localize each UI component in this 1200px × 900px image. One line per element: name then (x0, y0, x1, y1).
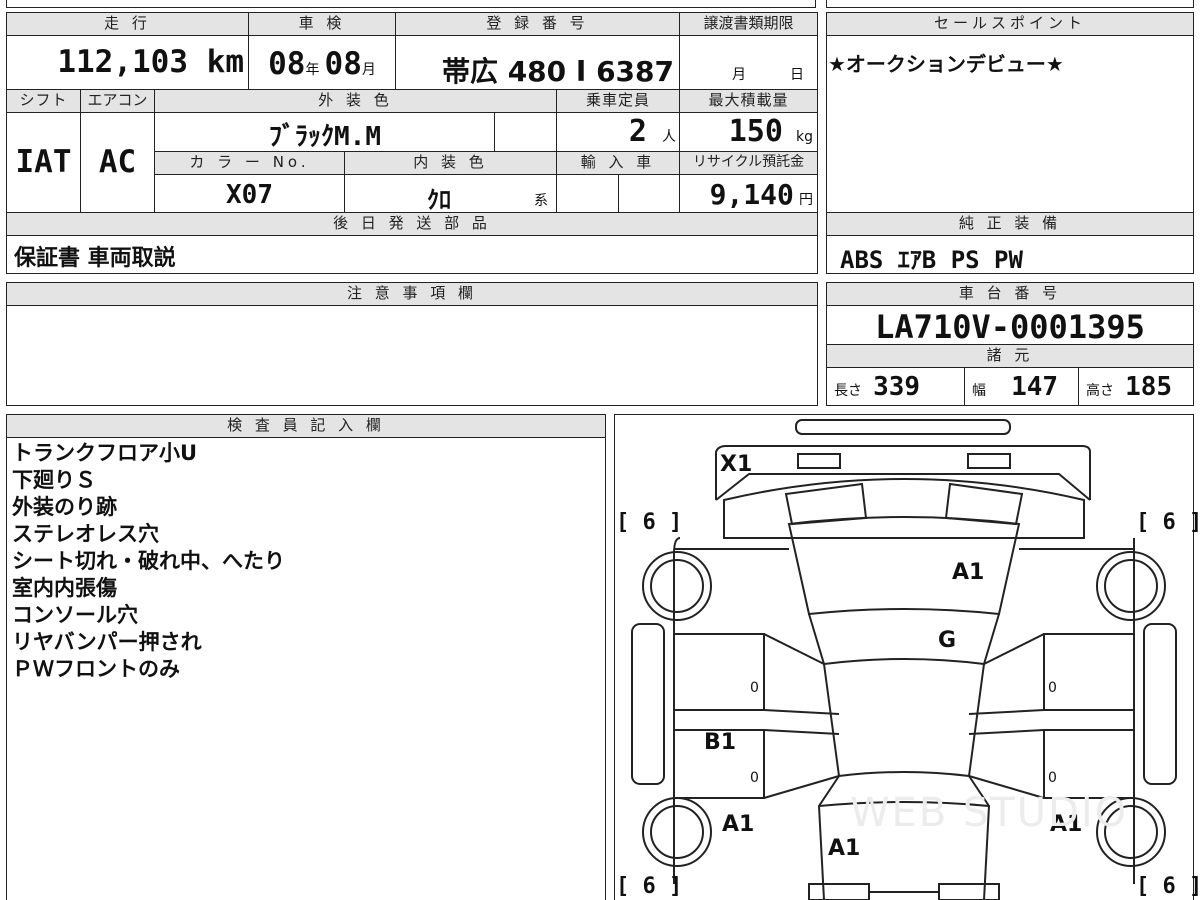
color-no-value: X07 (226, 180, 273, 210)
mileage-value: 112,103 km (57, 44, 244, 80)
damage-hood: A1 (828, 836, 861, 861)
width-value: 147 (1011, 372, 1059, 402)
deadline-day: 日 (790, 67, 804, 83)
left-panel-upper: 0 (750, 680, 759, 696)
registration-value: 帯広 480 Ι 6387 (441, 55, 674, 88)
capacity-value: 2 (628, 114, 647, 149)
capacity-cell: 2 人 (560, 114, 676, 149)
right-panel-lower: 0 (1048, 770, 1057, 786)
year-unit: 年 (305, 62, 320, 78)
inspector-header: 検 査 員 記 入 欄 (6, 414, 606, 438)
inspection-header: 車 検 (248, 12, 396, 36)
import-header: 輸 入 車 (556, 151, 680, 175)
sales-point-value: ★オークションデビュー★ (828, 52, 1064, 76)
length-value: 339 (873, 372, 921, 402)
aircon-header: エアコン (80, 89, 155, 113)
damage-rear: X1 (720, 452, 753, 477)
exterior-color-header: 外 装 色 (154, 89, 557, 113)
max-load-value: 150 (728, 114, 783, 149)
divider (248, 36, 249, 89)
inspection-year: 08 (268, 46, 306, 82)
divider (1078, 368, 1079, 406)
later-parts-header: 後 日 発 送 部 品 (6, 212, 818, 236)
top-clipped-strip (6, 0, 816, 8)
height-label: 高さ (1086, 383, 1114, 399)
max-load-cell: 150 kg (683, 114, 813, 149)
damage-left-fender: A1 (722, 812, 755, 837)
damage-rear-glass: G (938, 628, 957, 653)
shift-header: シフト (6, 89, 81, 113)
month-unit: 月 (361, 62, 376, 78)
divider (494, 113, 495, 151)
divider (618, 175, 619, 213)
note-item: ＰＷフロントのみ (12, 657, 180, 681)
registration-header: 登 録 番 号 (395, 12, 680, 36)
left-panel-lower: 0 (750, 770, 759, 786)
note-item: 外装のり跡 (12, 495, 117, 519)
right-panel-upper: 0 (1048, 680, 1057, 696)
damage-left-door: B1 (704, 730, 737, 755)
genuine-equipment-value: ABS ｴｱB PS PW (840, 246, 1023, 274)
capacity-header: 乗車定員 (556, 89, 680, 113)
inspection-month: 08 (324, 46, 362, 82)
length-cell: 長さ 339 (834, 372, 920, 402)
genuine-equipment-header: 純 正 装 備 (826, 212, 1194, 236)
note-item: コンソール穴 (12, 603, 138, 627)
capacity-unit: 人 (662, 129, 676, 145)
recycle-unit: 円 (799, 192, 813, 208)
sales-point-header: セールスポイント (826, 12, 1194, 36)
later-parts-value: 保証書 車両取説 (14, 246, 176, 271)
length-label: 長さ (834, 383, 862, 399)
exterior-color-value: ﾌﾞﾗｯｸM.M (269, 122, 381, 152)
note-item: シート切れ・破れ中、へたり (12, 549, 285, 573)
mileage-header: 走 行 (6, 12, 249, 36)
divider (395, 36, 396, 89)
interior-color-value: ｸﾛ (427, 186, 451, 214)
tire-top-left: [ 6 ] (616, 510, 683, 535)
max-load-unit: kg (796, 129, 813, 145)
shift-value: IAT (15, 144, 72, 180)
recycle-cell: 9,140 円 (683, 178, 813, 211)
divider (964, 368, 965, 406)
watermark: WEB STUDIO (850, 790, 1129, 836)
note-item: リヤバンパー押され (12, 630, 202, 654)
inspector-notes: トランクフロア小U 下廻りＳ 外装のり跡 ステレオレス穴 シート切れ・破れ中、へ… (12, 440, 602, 683)
color-no-header: カ ラ ー No. (154, 151, 345, 175)
note-item: 下廻りＳ (12, 468, 96, 492)
max-load-header: 最大積載量 (679, 89, 818, 113)
note-item: トランクフロア小U (12, 441, 198, 465)
interior-suffix: 系 (534, 193, 548, 209)
damage-roof: A1 (952, 560, 985, 585)
recycle-header: リサイクル預託金 (679, 151, 818, 175)
height-value: 185 (1125, 372, 1173, 402)
note-item: ステレオレス穴 (12, 522, 159, 546)
specs-header: 諸 元 (826, 344, 1194, 368)
tire-bottom-right: [ 6 ] (1136, 874, 1200, 899)
divider (679, 36, 680, 89)
caution-header: 注 意 事 項 欄 (6, 282, 818, 306)
aircon-value: AC (98, 144, 137, 180)
recycle-value: 9,140 (709, 178, 794, 211)
interior-color-header: 内 装 色 (344, 151, 557, 175)
note-item: 室内内張傷 (12, 576, 117, 600)
deadline-month: 月 (732, 67, 746, 83)
chassis-value: LA710V-0001395 (875, 308, 1145, 346)
width-cell: 幅 147 (972, 372, 1058, 402)
top-clipped-strip-right (826, 0, 1194, 8)
doc-deadline-header: 譲渡書類期限 (679, 12, 818, 36)
tire-bottom-left: [ 6 ] (616, 874, 683, 899)
chassis-header: 車 台 番 号 (826, 282, 1194, 306)
tire-top-right: [ 6 ] (1136, 510, 1200, 535)
height-cell: 高さ 185 (1086, 372, 1172, 402)
inspection-date: 08年 08月 (252, 46, 392, 82)
width-label: 幅 (972, 383, 986, 399)
